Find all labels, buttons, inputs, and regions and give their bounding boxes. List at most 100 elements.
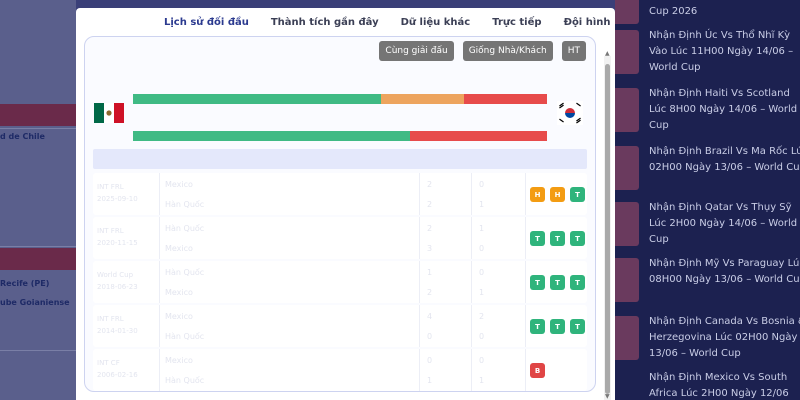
summary-bar-home: [133, 131, 547, 141]
scroll-down-arrow-icon[interactable]: ▼: [605, 393, 610, 400]
score-team-1: 1: [427, 268, 433, 277]
table-row[interactable]: World Cup 2018-06-23 Hàn Quốc Mexico 1 2 0 1 T T T: [93, 261, 587, 303]
half-time-team-2: 0: [479, 332, 485, 341]
column-divider: [159, 217, 160, 259]
column-divider: [471, 217, 472, 259]
table-row[interactable]: INT CF 2006-02-16 Mexico Hàn Quốc 0 1 0 1 B: [93, 349, 587, 391]
tab-live[interactable]: Trực tiếp: [492, 17, 541, 28]
news-thumbnail: [615, 146, 639, 190]
background-news-list: Cup 2026 Nhận Định Úc Vs Thổ Nhĩ Kỳ Vào …: [615, 0, 800, 400]
match-date: 2020-11-15: [97, 239, 138, 247]
column-divider: [471, 173, 472, 215]
loss-segment: [410, 131, 547, 141]
news-thumbnail: [615, 202, 639, 246]
tab-recent-form[interactable]: Thành tích gần đây: [271, 17, 379, 28]
table-header: [93, 149, 587, 169]
news-item: Nhận Định Canada Vs Bosnia & Herzegovina…: [649, 316, 800, 359]
column-divider: [471, 305, 472, 347]
news-thumbnail: [615, 258, 639, 302]
tab-head-to-head[interactable]: Lịch sử đối đầu: [164, 17, 249, 28]
match-team-1[interactable]: Mexico: [165, 312, 193, 321]
news-item: Nhận Định Haiti Vs Scotland Lúc 8H00 Ngà…: [649, 88, 798, 131]
column-divider: [419, 261, 420, 303]
win-segment: [133, 131, 411, 141]
match-team-2[interactable]: Mexico: [165, 288, 193, 297]
tab-other-data[interactable]: Dữ liệu khác: [401, 17, 471, 28]
column-divider: [525, 349, 526, 391]
divider: [0, 128, 76, 129]
table-row[interactable]: INT FRL 2020-11-15 Hàn Quốc Mexico 2 3 1 0 T T T: [93, 217, 587, 259]
column-divider: [525, 305, 526, 347]
news-item: Cup 2026: [649, 6, 698, 17]
ht-button[interactable]: HT: [561, 41, 586, 61]
half-time-team-2: 0: [479, 244, 485, 253]
match-team-2[interactable]: Hàn Quốc: [165, 332, 204, 341]
south-korea-flag-icon: [557, 101, 583, 125]
match-league: World Cup: [97, 271, 134, 279]
result-badge: H: [550, 187, 565, 202]
news-item: Nhận Định Úc Vs Thổ Nhĩ Kỳ Vào Lúc 11H00…: [649, 30, 794, 73]
result-badge: T: [530, 275, 545, 290]
same-league-button[interactable]: Cùng giải đấu: [379, 41, 454, 61]
match-team-2[interactable]: Hàn Quốc: [165, 200, 204, 209]
background-band: [0, 248, 76, 270]
table-row[interactable]: INT FRL 2014-01-30 Mexico Hàn Quốc 4 0 2 0 T T T: [93, 305, 587, 347]
match-team-1[interactable]: Hàn Quốc: [165, 224, 204, 233]
column-divider: [419, 173, 420, 215]
result-badge: T: [550, 319, 565, 334]
match-team-1[interactable]: Mexico: [165, 180, 193, 189]
result-badge: T: [530, 231, 545, 246]
column-divider: [159, 349, 160, 391]
same-home-away-button[interactable]: Giống Nhà/Khách: [462, 41, 553, 61]
loss-segment: [464, 94, 547, 104]
news-item: Nhận Định Mỹ Vs Paraguay Lúc 08H00 Ngày …: [649, 258, 800, 285]
table-row[interactable]: INT FRL 2025-09-10 Mexico Hàn Quốc 2 2 0 1 H H T: [93, 173, 587, 215]
scrollbar-thumb[interactable]: [605, 64, 610, 394]
filter-bar: Cùng giải đấu Giống Nhà/Khách HT: [379, 41, 586, 61]
half-time-team-1: 1: [479, 224, 485, 233]
background-team-item: Recife (PE): [0, 279, 50, 288]
tab-lineup[interactable]: Đội hình: [564, 17, 611, 28]
score-team-1: 2: [427, 224, 433, 233]
score-team-2: 2: [427, 288, 433, 297]
match-date: 2006-02-16: [97, 371, 138, 379]
head-to-head-modal: Lịch sử đối đầu Thành tích gần đây Dữ li…: [76, 8, 615, 400]
result-badge: T: [550, 231, 565, 246]
match-team-2[interactable]: Mexico: [165, 244, 193, 253]
background-left-page: d de Chile Recife (PE) ube Goianiense: [0, 0, 76, 400]
match-date: 2018-06-23: [97, 283, 138, 291]
match-team-2[interactable]: Hàn Quốc: [165, 376, 204, 385]
half-time-team-2: 1: [479, 288, 485, 297]
column-divider: [525, 217, 526, 259]
win-segment: [133, 94, 382, 104]
news-thumbnail: [615, 0, 639, 24]
column-divider: [419, 349, 420, 391]
result-badge: T: [570, 319, 585, 334]
half-time-team-1: 2: [479, 312, 485, 321]
mexico-flag-icon: [94, 103, 124, 123]
scroll-up-arrow-icon[interactable]: ▲: [605, 50, 610, 57]
match-league: INT FRL: [97, 315, 124, 323]
column-divider: [159, 261, 160, 303]
score-team-2: 3: [427, 244, 433, 253]
match-league: INT FRL: [97, 227, 124, 235]
half-time-team-1: 0: [479, 180, 485, 189]
score-team-2: 0: [427, 332, 433, 341]
result-badge: B: [530, 363, 545, 378]
column-divider: [419, 305, 420, 347]
result-badge: T: [550, 275, 565, 290]
match-league: INT FRL: [97, 183, 124, 191]
match-team-1[interactable]: Mexico: [165, 356, 193, 365]
score-team-1: 2: [427, 180, 433, 189]
score-team-2: 2: [427, 200, 433, 209]
result-badge: H: [530, 187, 545, 202]
news-thumbnail: [615, 88, 639, 132]
column-divider: [159, 305, 160, 347]
match-team-1[interactable]: Hàn Quốc: [165, 268, 204, 277]
draw-segment: [381, 94, 465, 104]
background-team-item: ube Goianiense: [0, 298, 70, 307]
column-divider: [525, 261, 526, 303]
score-team-1: 0: [427, 356, 433, 365]
column-divider: [471, 261, 472, 303]
result-badge: T: [570, 187, 585, 202]
